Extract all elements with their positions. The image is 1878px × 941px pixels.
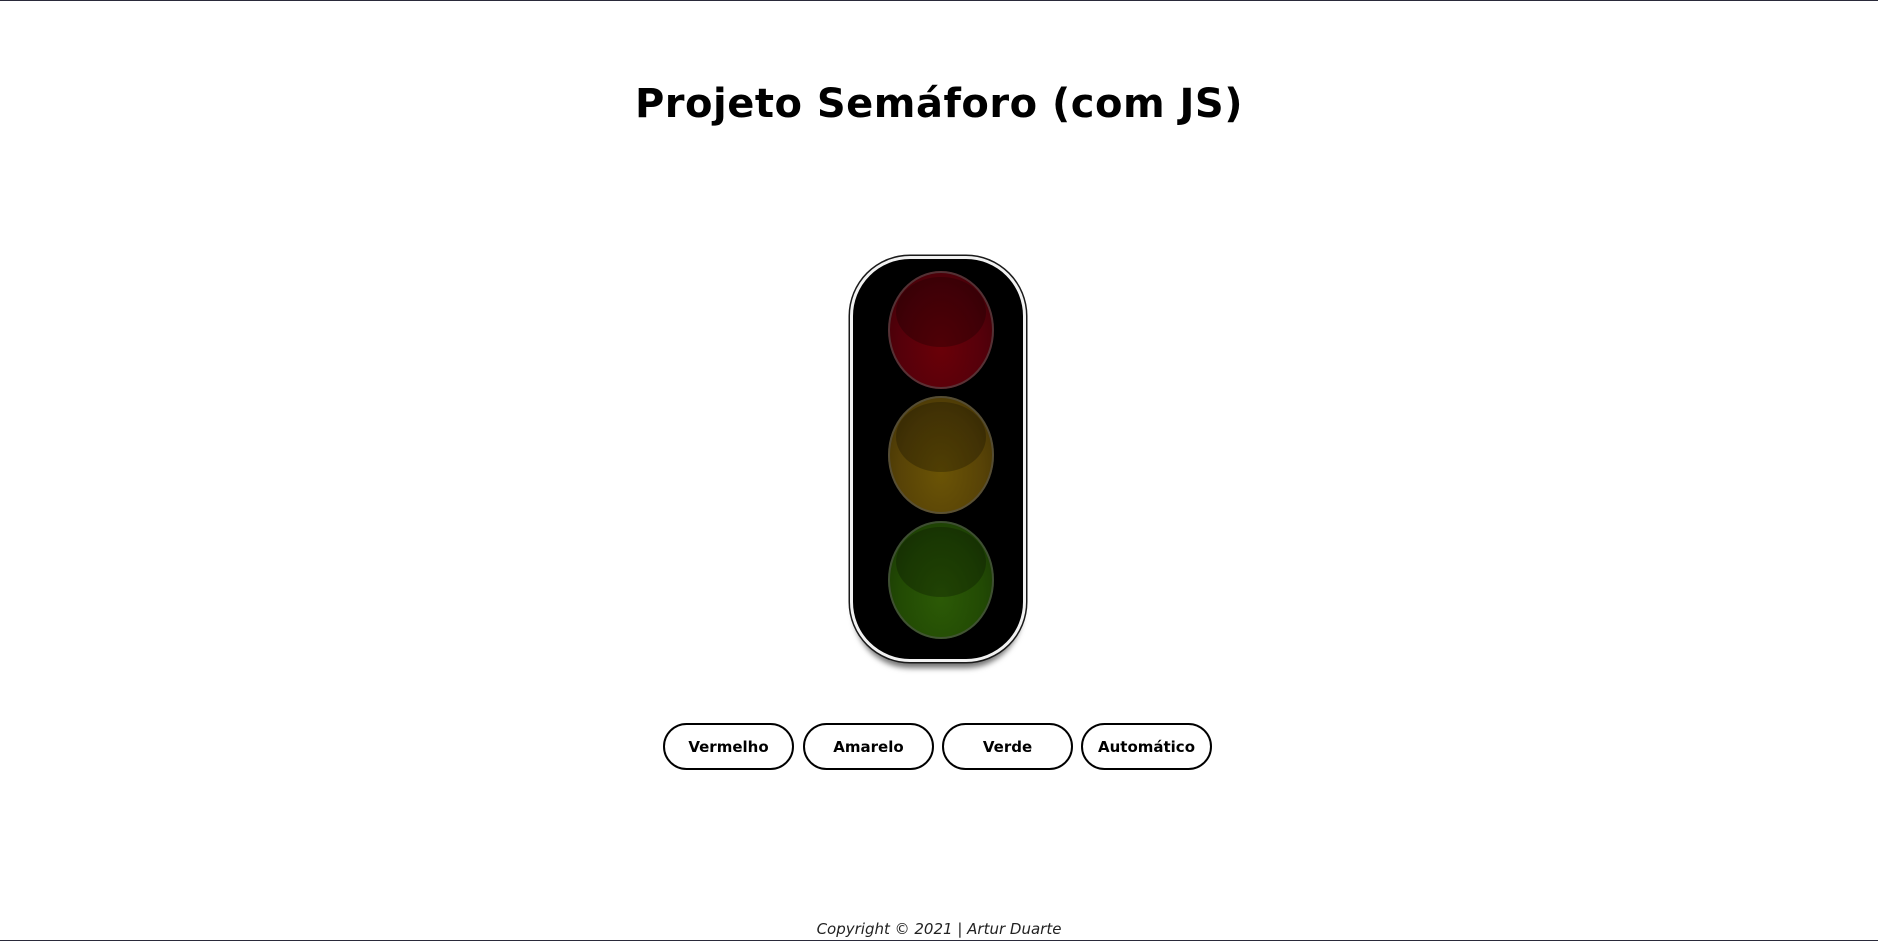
green-lamp bbox=[888, 521, 994, 639]
red-lamp bbox=[888, 271, 994, 389]
yellow-button[interactable]: Amarelo bbox=[803, 723, 934, 770]
red-button[interactable]: Vermelho bbox=[663, 723, 794, 770]
automatic-button[interactable]: Automático bbox=[1081, 723, 1212, 770]
button-group: Vermelho Amarelo Verde Automático bbox=[663, 723, 1218, 774]
traffic-light bbox=[850, 256, 1026, 664]
page-title: Projeto Semáforo (com JS) bbox=[634, 81, 1244, 127]
copyright-footer: Copyright © 2021 | Artur Duarte bbox=[816, 920, 1062, 938]
traffic-light-housing bbox=[850, 256, 1026, 662]
green-button[interactable]: Verde bbox=[942, 723, 1073, 770]
yellow-lamp bbox=[888, 396, 994, 514]
top-border bbox=[0, 0, 1878, 1]
